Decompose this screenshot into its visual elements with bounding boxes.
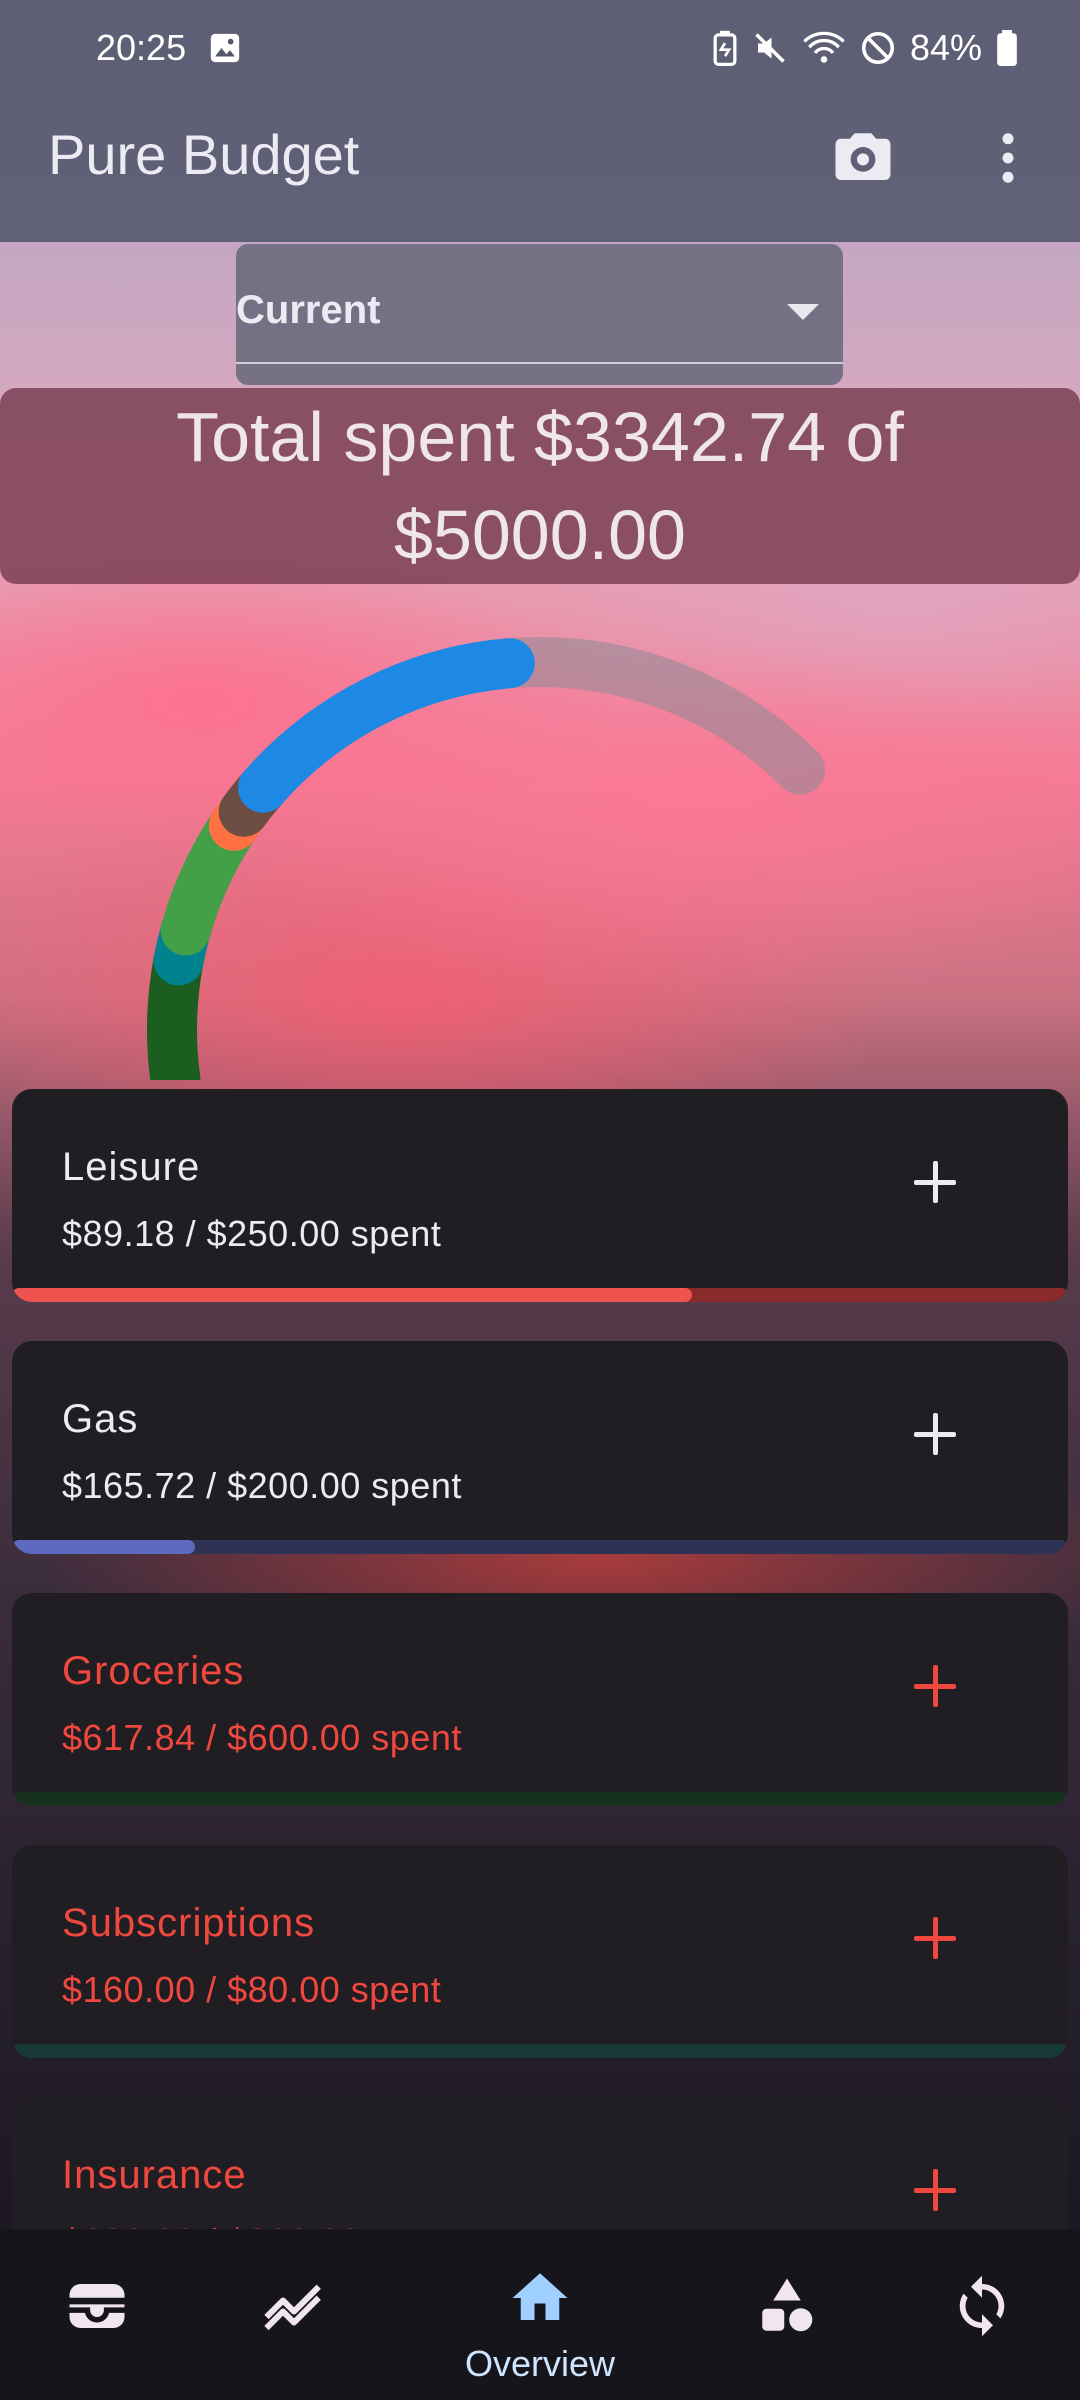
app-title: Pure Budget (48, 123, 360, 186)
nav-wallet[interactable] (22, 2229, 172, 2400)
category-name: Leisure (62, 1145, 201, 1189)
category-progress-fill (12, 1540, 195, 1554)
category-summary: $617.84 / $600.00 spent (62, 1717, 462, 1758)
wifi-icon (803, 31, 845, 63)
categories-icon (762, 2278, 813, 2332)
category-summary: $89.18 / $250.00 spent (62, 1213, 442, 1254)
add-expense-insurance-icon[interactable] (900, 2155, 970, 2225)
category-progress-bar (12, 1540, 1068, 1554)
category-progress-fill (12, 1288, 693, 1302)
category-name: Subscriptions (62, 1901, 316, 1945)
category-summary: $160.00 / $80.00 spent (62, 1969, 442, 2010)
nav-trends[interactable] (219, 2229, 369, 2400)
battery-percent: 84% (909, 27, 982, 68)
gauge-track (146, 637, 826, 1080)
category-summary: $165.72 / $200.00 spent (62, 1465, 462, 1506)
mute-icon (755, 33, 785, 63)
category-name: Groceries (62, 1649, 245, 1693)
wallet-icon (69, 2284, 125, 2328)
trending-icon (264, 2284, 321, 2331)
status-bar: 20:25 84% (0, 0, 1080, 96)
category-name: Insurance (62, 2153, 247, 2197)
category-card-groceries[interactable]: Groceries $617.84 / $600.00 spent (12, 1593, 1068, 1806)
category-card-gas[interactable]: Gas $165.72 / $200.00 spent (12, 1341, 1068, 1554)
battery-icon (997, 30, 1017, 66)
camera-icon[interactable] (830, 125, 896, 191)
gauge-segment-7 (238, 638, 535, 813)
nav-sync[interactable] (907, 2229, 1057, 2400)
period-value: Current (236, 288, 381, 332)
do-not-disturb-icon (861, 31, 894, 65)
dropdown-underline (236, 362, 843, 364)
category-progress-bar (12, 1288, 1068, 1302)
category-progress-bar (12, 1792, 1068, 1806)
add-expense-subscriptions-icon[interactable] (900, 1903, 970, 1973)
add-expense-gas-icon[interactable] (900, 1399, 970, 1469)
spending-gauge (146, 637, 826, 1080)
nav-categories[interactable] (712, 2229, 862, 2400)
dropdown-arrow-icon (787, 304, 819, 320)
total-spent-card: Total spent $3342.74 of $5000.00 (0, 388, 1080, 584)
more-vert-icon[interactable] (975, 125, 1041, 191)
image-icon (210, 33, 240, 63)
battery-saver-icon (713, 30, 737, 66)
add-expense-groceries-icon[interactable] (900, 1651, 970, 1721)
bottom-navigation: Overview (0, 2229, 1080, 2400)
status-time: 20:25 (96, 27, 187, 68)
nav-overview-label: Overview (465, 2343, 616, 2384)
total-spent-text: Total spent $3342.74 of $5000.00 (176, 398, 904, 574)
category-card-leisure[interactable]: Leisure $89.18 / $250.00 spent (12, 1089, 1068, 1302)
nav-overview[interactable]: Overview (465, 2229, 615, 2400)
category-name: Gas (62, 1397, 139, 1441)
category-progress-bar (12, 2044, 1068, 2058)
add-expense-leisure-icon[interactable] (900, 1147, 970, 1217)
home-icon (512, 2273, 568, 2320)
period-dropdown[interactable]: Current (236, 244, 843, 385)
sync-icon (959, 2275, 1005, 2337)
category-card-subscriptions[interactable]: Subscriptions $160.00 / $80.00 spent (12, 1845, 1068, 2058)
